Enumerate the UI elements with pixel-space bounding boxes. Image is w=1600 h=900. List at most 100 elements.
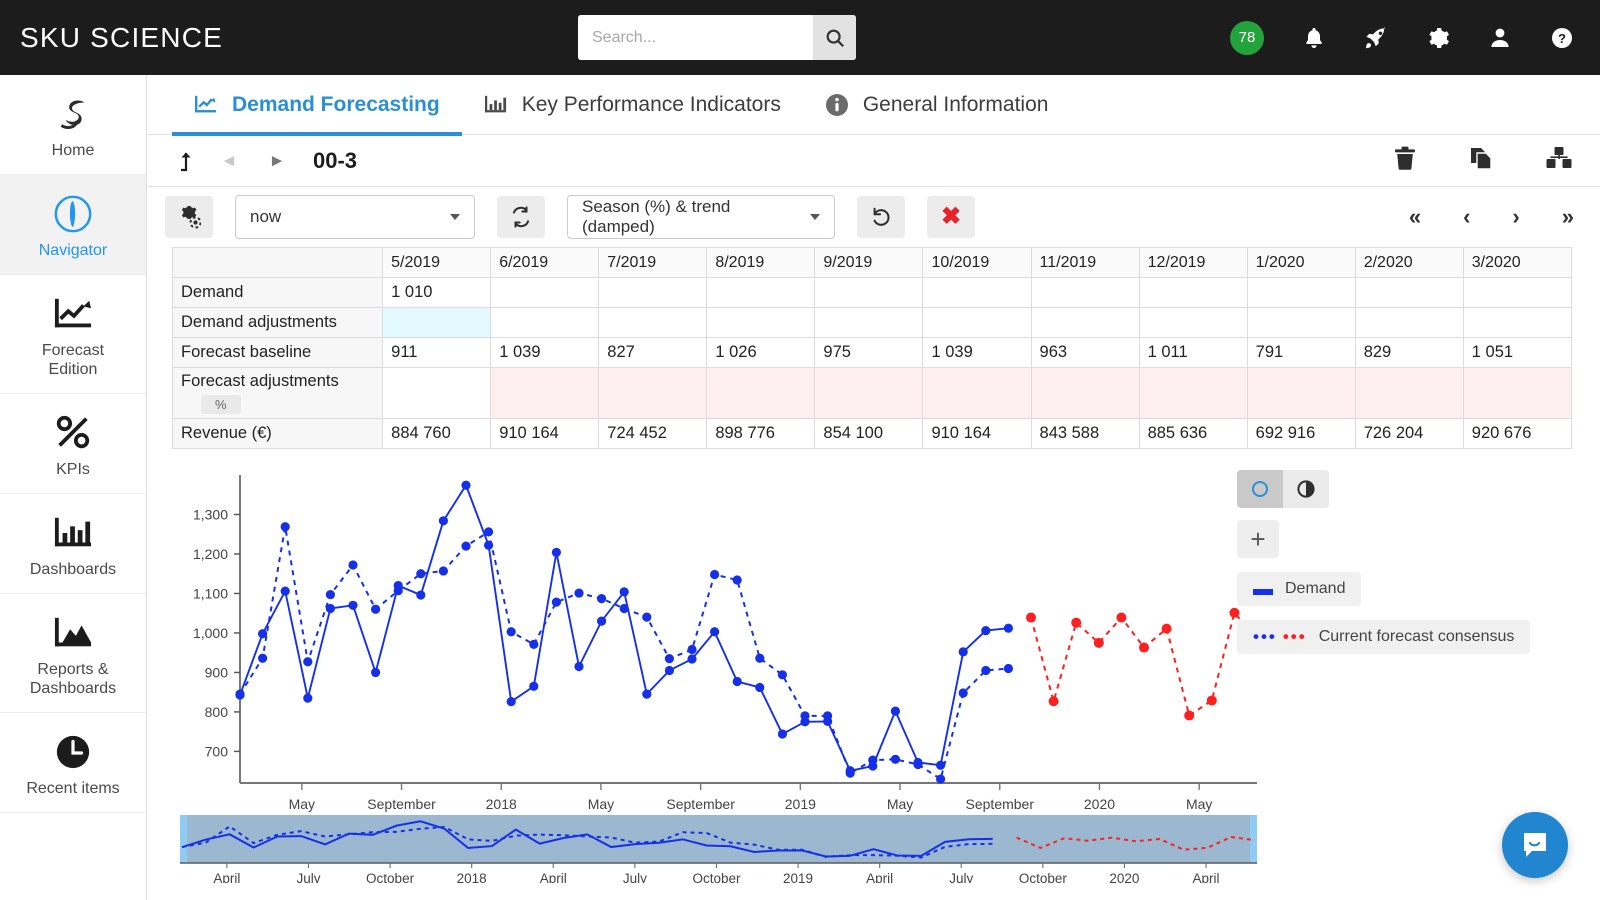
tab-label: Key Performance Indicators	[522, 93, 781, 117]
percent-toggle-badge[interactable]: %	[201, 395, 241, 414]
chart-canvas[interactable]: 7008009001,0001,1001,2001,300MaySeptembe…	[172, 463, 1272, 883]
table-cell[interactable]	[491, 278, 599, 308]
table-cell[interactable]	[707, 308, 815, 338]
table-cell[interactable]	[923, 368, 1031, 419]
table-cell[interactable]: 829	[1355, 338, 1463, 368]
next-item-button[interactable]: ►	[253, 151, 301, 171]
table-cell[interactable]: 910 164	[491, 419, 599, 449]
table-cell[interactable]: 963	[1031, 338, 1139, 368]
period-select[interactable]: now	[235, 195, 475, 239]
table-cell[interactable]: 1 039	[491, 338, 599, 368]
user-icon[interactable]	[1488, 26, 1512, 50]
prev-page-button[interactable]: ‹	[1463, 204, 1470, 230]
table-cell[interactable]	[1355, 368, 1463, 419]
sidebar-item-reports-dashboards[interactable]: Reports & Dashboards	[0, 594, 146, 713]
next-page-button[interactable]: ›	[1512, 204, 1519, 230]
toggle-contrast-button[interactable]	[1283, 470, 1329, 508]
table-cell[interactable]	[815, 308, 923, 338]
search-button[interactable]	[813, 15, 856, 60]
table-cell[interactable]	[1463, 278, 1571, 308]
table-cell[interactable]	[491, 308, 599, 338]
cancel-button[interactable]: ✖	[927, 196, 975, 238]
table-cell[interactable]	[1139, 368, 1247, 419]
legend-item-current-forecast-consensus[interactable]: ••• ••• Current forecast consensus	[1237, 620, 1530, 654]
table-cell[interactable]: 791	[1247, 338, 1355, 368]
table-cell[interactable]: 920 676	[1463, 419, 1571, 449]
table-cell-editable[interactable]	[383, 308, 491, 338]
table-cell[interactable]	[1031, 368, 1139, 419]
table-cell[interactable]	[599, 278, 707, 308]
table-cell[interactable]: 1 026	[707, 338, 815, 368]
copy-icon[interactable]	[1470, 146, 1492, 175]
table-cell[interactable]	[1463, 308, 1571, 338]
legend-item-demand[interactable]: ▬ Demand	[1237, 572, 1361, 606]
table-cell[interactable]: 975	[815, 338, 923, 368]
tab-key-performance-indicators[interactable]: Key Performance Indicators	[462, 75, 803, 135]
settings-button[interactable]	[165, 196, 213, 238]
table-cell[interactable]	[599, 308, 707, 338]
table-cell[interactable]	[599, 368, 707, 419]
sidebar-item-forecast-edition[interactable]: Forecast Edition	[0, 275, 146, 394]
tab-demand-forecasting[interactable]: Demand Forecasting	[172, 75, 462, 135]
table-cell[interactable]	[815, 278, 923, 308]
table-cell[interactable]: 1 011	[1139, 338, 1247, 368]
model-select[interactable]: Season (%) & trend (damped)	[567, 195, 835, 239]
table-cell[interactable]: 1 051	[1463, 338, 1571, 368]
last-page-button[interactable]: »	[1562, 204, 1574, 230]
table-cell[interactable]	[383, 368, 491, 419]
table-cell[interactable]	[1247, 278, 1355, 308]
table-cell[interactable]	[1139, 308, 1247, 338]
tab-general-information[interactable]: General Information	[803, 75, 1071, 135]
table-cell[interactable]	[1247, 368, 1355, 419]
table-cell[interactable]: 724 452	[599, 419, 707, 449]
sidebar-item-home[interactable]: Home	[0, 75, 146, 175]
bell-icon[interactable]	[1302, 26, 1326, 50]
sidebar-item-kpis[interactable]: KPIs	[0, 394, 146, 494]
table-cell[interactable]	[923, 278, 1031, 308]
table-cell[interactable]: 1 039	[923, 338, 1031, 368]
search-input[interactable]	[578, 15, 813, 60]
table-cell[interactable]	[815, 368, 923, 419]
table-cell[interactable]: 910 164	[923, 419, 1031, 449]
chat-launcher-button[interactable]	[1502, 812, 1568, 878]
table-cell[interactable]	[491, 368, 599, 419]
trash-icon[interactable]	[1394, 146, 1416, 175]
table-cell[interactable]: 898 776	[707, 419, 815, 449]
help-icon[interactable]: ?	[1550, 26, 1574, 50]
table-cell[interactable]	[1355, 278, 1463, 308]
table-cell[interactable]: 854 100	[815, 419, 923, 449]
table-cell[interactable]	[1463, 368, 1571, 419]
sidebar-item-navigator[interactable]: Navigator	[0, 175, 146, 275]
table-cell[interactable]	[923, 308, 1031, 338]
toggle-points-button[interactable]	[1237, 470, 1283, 508]
first-page-button[interactable]: «	[1409, 204, 1421, 230]
table-cell[interactable]: 726 204	[1355, 419, 1463, 449]
gear-icon[interactable]	[1426, 26, 1450, 50]
add-series-button[interactable]: +	[1237, 520, 1279, 558]
table-cell[interactable]	[1355, 308, 1463, 338]
table-cell[interactable]	[707, 278, 815, 308]
notification-count-badge[interactable]: 78	[1230, 21, 1264, 55]
undo-button[interactable]	[857, 196, 905, 238]
table-cell[interactable]: 827	[599, 338, 707, 368]
table-cell[interactable]	[1031, 308, 1139, 338]
sidebar-item-recent-items[interactable]: Recent items	[0, 713, 146, 813]
prev-item-button[interactable]: ◄	[205, 151, 253, 171]
level-up-icon[interactable]	[165, 149, 205, 173]
forecast-chart[interactable]: 7008009001,0001,1001,2001,300MaySeptembe…	[172, 463, 1272, 883]
cubes-icon[interactable]	[1546, 146, 1572, 175]
table-cell[interactable]: 1 010	[383, 278, 491, 308]
table-cell[interactable]	[1031, 278, 1139, 308]
search-box[interactable]	[578, 15, 856, 60]
table-cell[interactable]: 885 636	[1139, 419, 1247, 449]
table-cell[interactable]	[1247, 308, 1355, 338]
rocket-icon[interactable]	[1364, 26, 1388, 50]
table-cell[interactable]: 884 760	[383, 419, 491, 449]
sidebar-item-dashboards[interactable]: Dashboards	[0, 494, 146, 594]
table-cell[interactable]: 911	[383, 338, 491, 368]
table-cell[interactable]: 843 588	[1031, 419, 1139, 449]
refresh-button[interactable]	[497, 196, 545, 238]
table-cell[interactable]	[707, 368, 815, 419]
table-cell[interactable]	[1139, 278, 1247, 308]
table-cell[interactable]: 692 916	[1247, 419, 1355, 449]
